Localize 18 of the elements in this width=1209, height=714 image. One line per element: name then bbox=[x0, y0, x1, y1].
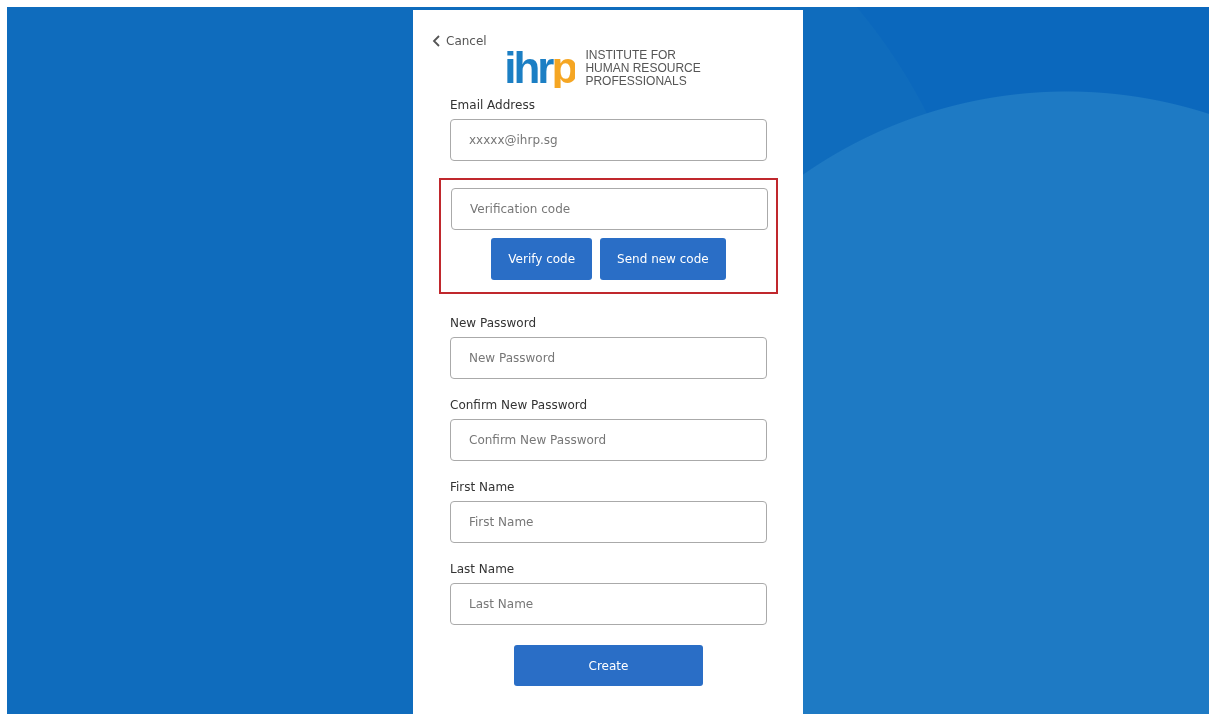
create-button[interactable]: Create bbox=[514, 645, 703, 686]
field-label: First Name bbox=[450, 479, 516, 496]
input-field[interactable]: First Name bbox=[450, 501, 767, 543]
field-label: New Password bbox=[450, 315, 538, 332]
input-field[interactable]: Verification code bbox=[451, 188, 768, 230]
input-field[interactable]: Last Name bbox=[450, 583, 767, 625]
field-label: Last Name bbox=[450, 561, 516, 578]
input-field[interactable]: Confirm New Password bbox=[450, 419, 767, 461]
chevron-left-icon bbox=[432, 35, 440, 47]
logo-mark: ihrp bbox=[504, 48, 576, 88]
code-button[interactable]: Send new code bbox=[600, 238, 726, 280]
logo-text: INSTITUTE FOR HUMAN RESOURCE PROFESSIONALS bbox=[585, 48, 701, 88]
input-field[interactable]: New Password bbox=[450, 337, 767, 379]
cancel-link[interactable]: Cancel bbox=[432, 32, 487, 50]
field-label: Confirm New Password bbox=[450, 397, 589, 414]
input-field[interactable]: xxxxx@ihrp.sg bbox=[450, 119, 767, 161]
field-label: Email Address bbox=[450, 97, 536, 114]
code-button[interactable]: Verify code bbox=[491, 238, 593, 280]
